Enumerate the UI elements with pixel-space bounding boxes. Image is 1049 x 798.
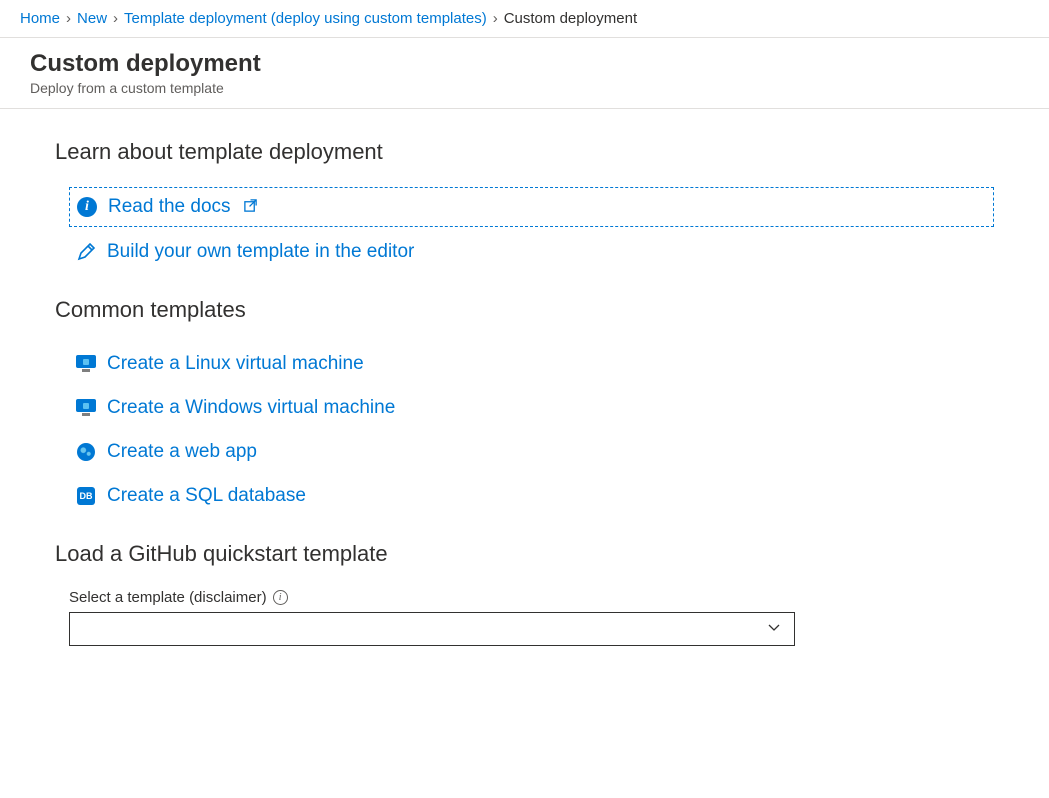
database-icon: DB bbox=[75, 485, 97, 507]
pencil-icon bbox=[75, 241, 97, 263]
section-title-common: Common templates bbox=[55, 297, 994, 323]
external-link-icon bbox=[243, 198, 258, 216]
build-template-link[interactable]: Build your own template in the editor bbox=[69, 233, 994, 271]
section-common: Common templates Create a Linux virtual … bbox=[55, 297, 994, 515]
create-windows-vm-link[interactable]: Create a Windows virtual machine bbox=[69, 389, 994, 427]
create-linux-vm-link[interactable]: Create a Linux virtual machine bbox=[69, 345, 994, 383]
breadcrumb-home[interactable]: Home bbox=[20, 10, 60, 27]
section-title-learn: Learn about template deployment bbox=[55, 139, 994, 165]
chevron-right-icon: › bbox=[493, 10, 498, 27]
content-area: Learn about template deployment i Read t… bbox=[0, 109, 1049, 676]
globe-icon bbox=[75, 441, 97, 463]
vm-icon bbox=[75, 353, 97, 375]
template-select[interactable] bbox=[69, 612, 795, 646]
page-title: Custom deployment bbox=[30, 50, 1019, 78]
breadcrumb-current: Custom deployment bbox=[504, 10, 637, 27]
template-field-label: Select a template (disclaimer) i bbox=[69, 589, 994, 606]
page-header: Custom deployment Deploy from a custom t… bbox=[0, 38, 1049, 109]
info-icon: i bbox=[76, 196, 98, 218]
read-docs-label: Read the docs bbox=[108, 196, 231, 218]
chevron-right-icon: › bbox=[66, 10, 71, 27]
create-windows-vm-label: Create a Windows virtual machine bbox=[107, 397, 395, 419]
breadcrumb-template-deployment[interactable]: Template deployment (deploy using custom… bbox=[124, 10, 487, 27]
create-linux-vm-label: Create a Linux virtual machine bbox=[107, 353, 364, 375]
vm-icon bbox=[75, 397, 97, 419]
create-web-app-link[interactable]: Create a web app bbox=[69, 433, 994, 471]
chevron-down-icon bbox=[766, 619, 782, 640]
page-subtitle: Deploy from a custom template bbox=[30, 80, 1019, 96]
section-github: Load a GitHub quickstart template Select… bbox=[55, 541, 994, 646]
info-hint-icon[interactable]: i bbox=[273, 590, 288, 605]
create-sql-db-link[interactable]: DB Create a SQL database bbox=[69, 477, 994, 515]
breadcrumb: Home › New › Template deployment (deploy… bbox=[0, 0, 1049, 38]
section-learn: Learn about template deployment i Read t… bbox=[55, 139, 994, 271]
create-sql-db-label: Create a SQL database bbox=[107, 485, 306, 507]
section-title-github: Load a GitHub quickstart template bbox=[55, 541, 994, 567]
chevron-right-icon: › bbox=[113, 10, 118, 27]
build-template-label: Build your own template in the editor bbox=[107, 241, 414, 263]
read-docs-link[interactable]: i Read the docs bbox=[69, 187, 994, 227]
create-web-app-label: Create a web app bbox=[107, 441, 257, 463]
breadcrumb-new[interactable]: New bbox=[77, 10, 107, 27]
